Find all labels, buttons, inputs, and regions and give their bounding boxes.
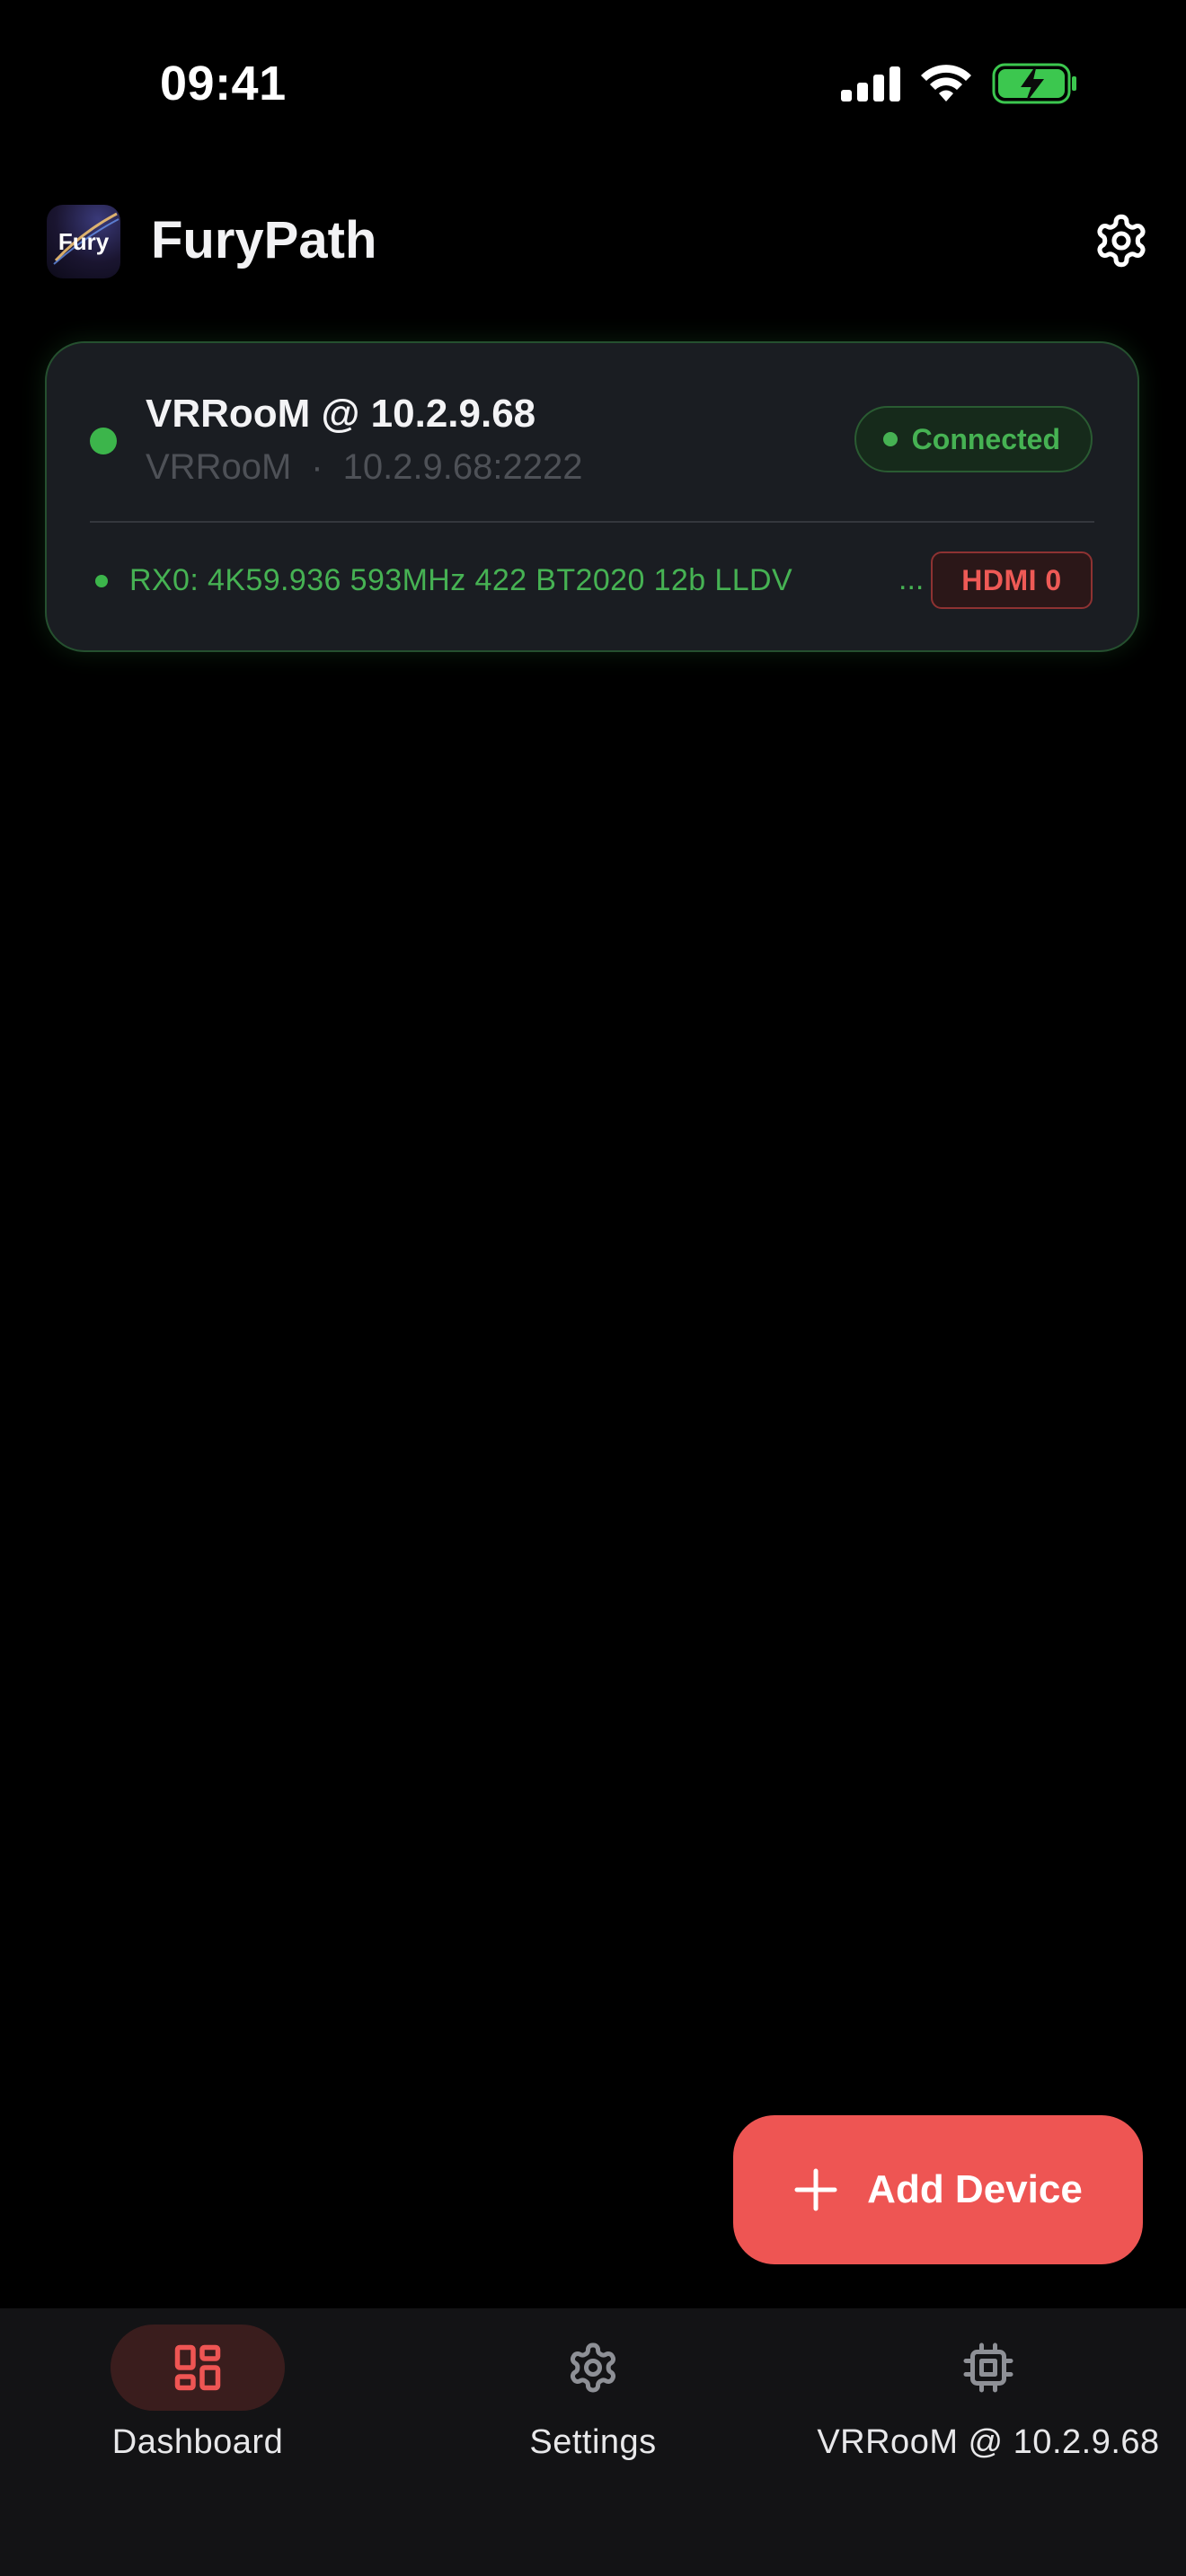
device-name: VRRooM @ 10.2.9.68	[146, 392, 536, 436]
battery-charging-icon	[992, 63, 1076, 104]
device-card[interactable]: VRRooM @ 10.2.9.68 VRRooM · 10.2.9.68:2222…	[45, 341, 1139, 652]
signal-dot	[95, 574, 108, 587]
signal-ellipsis: ...	[898, 562, 925, 596]
add-device-label: Add Device	[867, 2167, 1083, 2211]
nav-label-device: VRRooM @ 10.2.9.68	[817, 2423, 1160, 2461]
nav-item-dashboard[interactable]: Dashboard	[0, 2308, 395, 2576]
app-logo-text: Fury	[58, 227, 110, 255]
connection-status-label: Connected	[911, 422, 1060, 455]
bottom-nav: Dashboard Settings VRRooM @ 10.2.9.68	[0, 2308, 1186, 2576]
plus-icon	[794, 2168, 837, 2211]
add-device-button[interactable]: Add Device	[733, 2115, 1143, 2264]
status-time: 09:41	[160, 57, 287, 110]
dashboard-icon	[174, 2344, 221, 2391]
nav-label-dashboard: Dashboard	[111, 2423, 284, 2461]
nav-item-device[interactable]: VRRooM @ 10.2.9.68	[791, 2308, 1186, 2576]
chip-icon	[963, 2342, 1013, 2393]
gear-icon[interactable]	[1093, 212, 1150, 269]
connection-status-badge: Connected	[854, 406, 1093, 472]
device-subtitle: VRRooM · 10.2.9.68:2222	[146, 447, 583, 488]
nav-label-settings: Settings	[529, 2423, 657, 2461]
app-logo: Fury	[47, 205, 120, 278]
status-icons	[841, 63, 1078, 104]
card-divider	[90, 521, 1094, 523]
wifi-icon	[921, 65, 971, 101]
subtitle-separator: ·	[311, 447, 323, 487]
device-address: 10.2.9.68:2222	[342, 447, 583, 487]
cellular-signal-icon	[841, 66, 900, 101]
signal-info: RX0: 4K59.936 593MHz 422 BT2020 12b LLDV	[129, 563, 793, 597]
connection-dot	[882, 432, 898, 446]
input-badge: HDMI 0	[931, 551, 1093, 609]
device-model: VRRooM	[146, 447, 292, 487]
app-title: FuryPath	[151, 211, 377, 269]
device-status-dot	[90, 428, 117, 454]
signal-row: RX0: 4K59.936 593MHz 422 BT2020 12b LLDV	[95, 563, 792, 598]
gear-icon	[570, 2342, 616, 2393]
nav-item-settings[interactable]: Settings	[395, 2308, 791, 2576]
app-screen: 09:41 Fury FuryPath VRRooM @ 10.2.9.68 V…	[0, 0, 1186, 2576]
